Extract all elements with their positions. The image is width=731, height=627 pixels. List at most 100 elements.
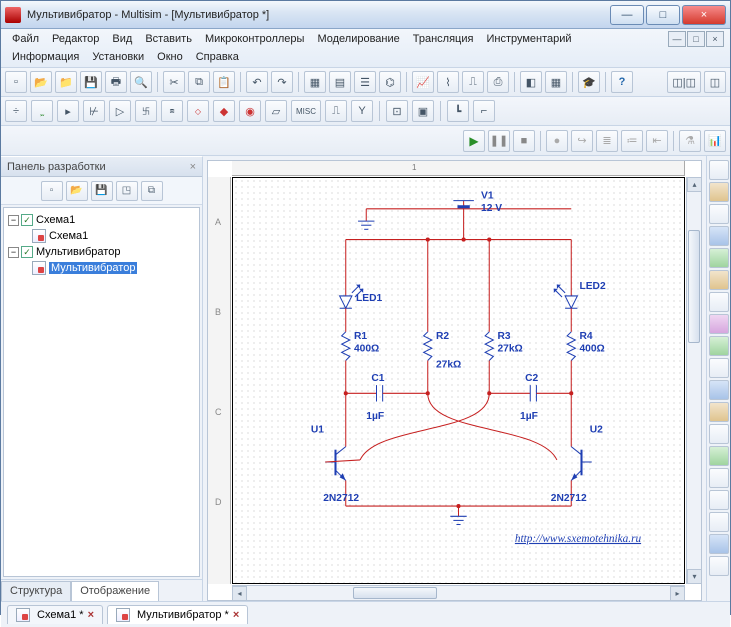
- schematic-canvas[interactable]: V1 12 V LED1: [232, 177, 685, 584]
- 4ch-scope-icon[interactable]: [709, 248, 729, 268]
- elvis-icon[interactable]: ◧: [520, 71, 542, 93]
- rev-button[interactable]: ⇤: [646, 130, 668, 152]
- sidebar-tab-view[interactable]: Отображение: [71, 581, 159, 601]
- q2[interactable]: [571, 447, 592, 481]
- ag-fgen-icon[interactable]: [709, 490, 729, 510]
- source-icon[interactable]: ÷: [5, 100, 27, 122]
- menu-insert[interactable]: Вставить: [140, 31, 197, 47]
- analysis-icon[interactable]: 📈: [412, 71, 434, 93]
- save-icon[interactable]: 💾: [80, 71, 102, 93]
- tab-close-icon[interactable]: ×: [88, 609, 94, 621]
- checkbox-icon[interactable]: ✓: [21, 246, 33, 258]
- sidebar-close[interactable]: ×: [190, 161, 196, 173]
- breadboard-icon[interactable]: ▦: [545, 71, 567, 93]
- misc-icon[interactable]: MISC: [291, 100, 321, 122]
- menu-mcu[interactable]: Микроконтроллеры: [200, 31, 310, 47]
- sidebar-new-icon[interactable]: ▫: [41, 181, 63, 201]
- freq-counter-icon[interactable]: [709, 292, 729, 312]
- step-button[interactable]: ↪: [571, 130, 593, 152]
- graph-icon[interactable]: ⌇: [437, 71, 459, 93]
- wattmeter-icon[interactable]: [709, 204, 729, 224]
- probe-icon[interactable]: ⎍: [462, 71, 484, 93]
- record-button[interactable]: ●: [546, 130, 568, 152]
- r2[interactable]: [424, 332, 432, 361]
- spectrum-icon[interactable]: [709, 424, 729, 444]
- menu-edit[interactable]: Редактор: [47, 31, 104, 47]
- multimeter-icon[interactable]: [709, 160, 729, 180]
- menu-file[interactable]: Файл: [7, 31, 44, 47]
- menu-view[interactable]: Вид: [107, 31, 137, 47]
- advanced-icon[interactable]: ⎍: [325, 100, 347, 122]
- cut-icon[interactable]: ✂: [163, 71, 185, 93]
- pause-button[interactable]: ❚❚: [488, 130, 510, 152]
- tree-root-2[interactable]: − ✓ Мультивибратор: [6, 244, 197, 260]
- scroll-right-icon[interactable]: ▸: [670, 586, 685, 601]
- tab-close-icon[interactable]: ×: [233, 609, 239, 621]
- preview-icon[interactable]: 🔍: [130, 71, 152, 93]
- r4[interactable]: [567, 332, 575, 361]
- scroll-down-icon[interactable]: ▾: [687, 569, 702, 584]
- mdi-min[interactable]: —: [668, 31, 686, 47]
- close-button[interactable]: ×: [682, 5, 726, 25]
- ag-scope-icon[interactable]: [709, 468, 729, 488]
- logic-conv-icon[interactable]: [709, 358, 729, 378]
- checkbox-icon[interactable]: ✓: [21, 214, 33, 226]
- tek-scope-icon[interactable]: [709, 534, 729, 554]
- interactive-button[interactable]: ≣: [596, 130, 618, 152]
- run-button[interactable]: ▶: [463, 130, 485, 152]
- edu-icon[interactable]: 🎓: [578, 71, 600, 93]
- website-link[interactable]: http://www.sxemotehnika.ru: [515, 533, 642, 545]
- scope-icon[interactable]: 📊: [704, 130, 726, 152]
- grid-icon[interactable]: ▦: [304, 71, 326, 93]
- redo-icon[interactable]: ↷: [271, 71, 293, 93]
- collapse-icon[interactable]: −: [8, 215, 19, 226]
- logic-analyzer-icon[interactable]: [709, 336, 729, 356]
- sidebar-tab-structure[interactable]: Структура: [1, 581, 71, 601]
- power-icon[interactable]: ▱: [265, 100, 287, 122]
- word-gen-icon[interactable]: [709, 314, 729, 334]
- open2-icon[interactable]: 📁: [55, 71, 77, 93]
- lab-icon[interactable]: ⚗: [679, 130, 701, 152]
- undo-icon[interactable]: ↶: [246, 71, 268, 93]
- help-icon[interactable]: ?: [611, 71, 633, 93]
- copy-icon[interactable]: ⧉: [188, 71, 210, 93]
- db-icon[interactable]: ⌬: [379, 71, 401, 93]
- sidebar-open-icon[interactable]: 📂: [66, 181, 88, 201]
- network-icon[interactable]: [709, 446, 729, 466]
- function-gen-icon[interactable]: [709, 182, 729, 202]
- q1[interactable]: [325, 447, 346, 481]
- scrollbar-vertical[interactable]: ▴ ▾: [686, 177, 701, 584]
- ttl-icon[interactable]: 卐: [135, 100, 157, 122]
- hierarchy-icon[interactable]: ┗: [447, 100, 469, 122]
- indicator-icon[interactable]: ◉: [239, 100, 261, 122]
- mdi-max[interactable]: □: [687, 31, 705, 47]
- scroll-up-icon[interactable]: ▴: [687, 177, 702, 192]
- transistor-icon[interactable]: ⊬: [83, 100, 105, 122]
- post-icon[interactable]: ⎙: [487, 71, 509, 93]
- diode-icon[interactable]: ▸: [57, 100, 79, 122]
- panel-toggle1[interactable]: ◫|◫: [667, 71, 701, 93]
- new-icon[interactable]: ▫: [5, 71, 27, 93]
- scroll-left-icon[interactable]: ◂: [232, 586, 247, 601]
- probe-tool-icon[interactable]: [709, 556, 729, 576]
- tree-child-1[interactable]: Схема1: [6, 228, 197, 244]
- minimize-button[interactable]: —: [610, 5, 644, 25]
- bus-icon[interactable]: ⌐: [473, 100, 495, 122]
- menu-window[interactable]: Окно: [152, 49, 188, 65]
- oscilloscope-icon[interactable]: [709, 226, 729, 246]
- maximize-button[interactable]: □: [646, 5, 680, 25]
- mixed-icon[interactable]: ◆: [213, 100, 235, 122]
- scroll-thumb-h[interactable]: [353, 587, 438, 599]
- r1[interactable]: [342, 332, 350, 361]
- paste-icon[interactable]: 📋: [213, 71, 235, 93]
- scrollbar-horizontal[interactable]: ◂ ▸: [232, 585, 685, 600]
- menu-tools[interactable]: Инструментарий: [481, 31, 576, 47]
- menu-options[interactable]: Установки: [87, 49, 149, 65]
- electromech-icon[interactable]: ⊡: [386, 100, 408, 122]
- list-icon[interactable]: ☰: [354, 71, 376, 93]
- mcu-icon[interactable]: ▣: [412, 100, 434, 122]
- sidebar-copy-icon[interactable]: ⧉: [141, 181, 163, 201]
- sidebar-save-icon[interactable]: 💾: [91, 181, 113, 201]
- scroll-thumb-v[interactable]: [688, 230, 700, 343]
- menu-help[interactable]: Справка: [191, 49, 244, 65]
